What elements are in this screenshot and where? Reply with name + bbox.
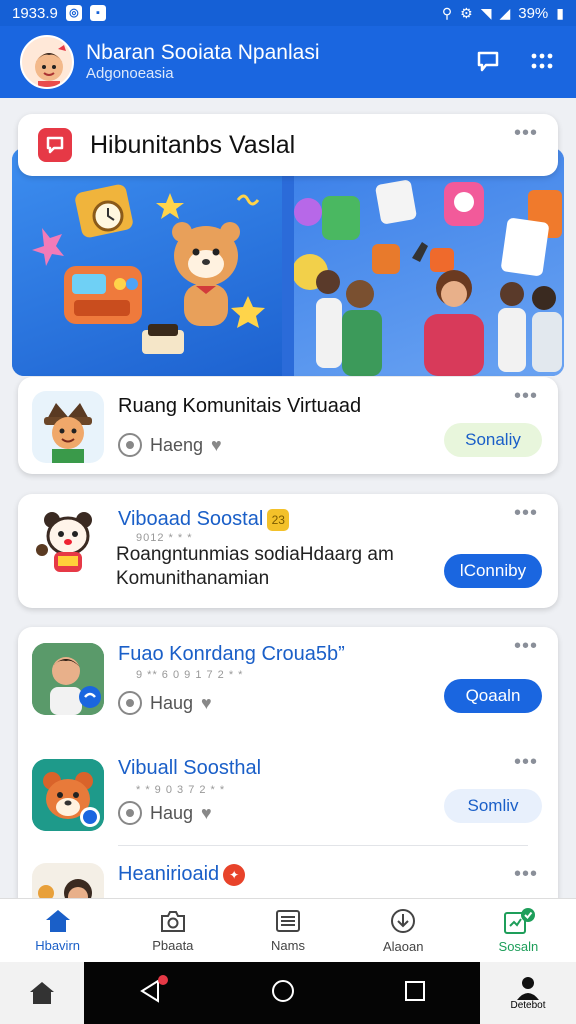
- home-icon: [45, 910, 70, 932]
- app-action-button-3[interactable]: Qoaaln: [444, 679, 542, 713]
- app-icon-4: [32, 759, 104, 831]
- banner-illustration: [12, 148, 282, 376]
- flame-badge-icon: ✦: [223, 863, 246, 886]
- app-meta-text-3: Haug: [150, 692, 194, 713]
- reaction-icon[interactable]: [118, 433, 142, 457]
- count-badge: 23: [267, 508, 290, 531]
- wifi-icon: ◥: [480, 4, 492, 21]
- app-name-text-5: Heanirioaid: [118, 863, 220, 885]
- nav-home-label: Hbavirn: [35, 938, 80, 953]
- app-meta-text-4: Haug: [150, 802, 194, 823]
- nav-social[interactable]: Sosaln: [461, 899, 576, 962]
- app-rating-3: 9 ** 6 0 9 1 7 2 * *: [136, 669, 244, 681]
- bottom-navigation: Hbavirn Pbaata Nams Alaoan Sosaln: [0, 898, 576, 962]
- nav-news-label: Nams: [271, 938, 305, 953]
- system-buttons: [84, 962, 480, 1024]
- app-name-3: Fuao Konrdang Croua5b”: [118, 643, 345, 665]
- banner-photo: [292, 148, 564, 376]
- app-icon-5: [32, 863, 104, 898]
- more-options-icon[interactable]: •••: [514, 752, 538, 772]
- home-circle-icon[interactable]: [269, 977, 297, 1010]
- app-notification-icon: ▪: [89, 5, 106, 21]
- profile-shortcut-label: Detebot: [510, 999, 546, 1011]
- nav-social-label: Sosaln: [498, 939, 539, 954]
- battery-icon: ▮: [556, 4, 564, 21]
- calendar-check-icon: [504, 908, 536, 934]
- camera-icon: [160, 911, 185, 932]
- more-options-icon[interactable]: •••: [514, 636, 538, 656]
- feature-header-card[interactable]: Hibunitanbs Vaslal •••: [18, 114, 558, 176]
- profile-shortcut[interactable]: Detebot: [480, 962, 576, 1024]
- status-time: 1933.9: [12, 4, 58, 22]
- app-card-2[interactable]: Viboaad Soostal 23 9012 * * * Roangntunmi…: [18, 494, 558, 608]
- signal-icon: ◢: [499, 4, 511, 21]
- news-icon: [276, 910, 300, 932]
- app-desc-line-2: Komunithanamian: [116, 568, 270, 589]
- nav-photos-label: Pbaata: [152, 938, 194, 953]
- back-icon[interactable]: [136, 974, 169, 1010]
- heart-icon[interactable]: ♥: [201, 803, 212, 824]
- reaction-icon[interactable]: [118, 801, 142, 825]
- app-action-button-2[interactable]: lConniby: [444, 554, 542, 588]
- download-icon: [391, 909, 416, 933]
- heart-icon[interactable]: ♥: [211, 435, 222, 456]
- launcher-home-icon[interactable]: [0, 962, 84, 1024]
- nav-news[interactable]: Nams: [230, 899, 345, 962]
- app-name-text-2: Viboaad Soostal: [118, 508, 264, 530]
- reaction-icon[interactable]: [118, 691, 142, 715]
- app-icon-3: [32, 643, 104, 715]
- app-subtitle: Adgonoeasia: [86, 65, 174, 82]
- recents-icon[interactable]: [402, 978, 428, 1009]
- status-bar: 1933.9 ◎ ▪ ⚲ ⚙ ◥ ◢ 39% ▮: [0, 0, 576, 26]
- nav-photos[interactable]: Pbaata: [115, 899, 230, 962]
- nav-home[interactable]: Hbavirn: [0, 899, 115, 962]
- app-name-4: Vibuall Soosthal: [118, 757, 262, 779]
- app-desc-line-1: Roangntunmias sodiaHdaarg am: [116, 544, 394, 565]
- app-bar: Nbaran Sooiata Npanlasi Adgonoeasia: [0, 26, 576, 98]
- app-rating-4: * * 9 0 3 7 2 * *: [136, 784, 226, 796]
- list-divider: [118, 845, 528, 846]
- more-options-icon[interactable]: •••: [514, 503, 538, 523]
- app-icon-1: [32, 391, 104, 463]
- more-grid-icon[interactable]: [524, 44, 560, 80]
- feed[interactable]: Hibunitanbs Vaslal ••• Ruang Komunitais …: [0, 98, 576, 898]
- app-card-1[interactable]: Ruang Komunitais Virtuaad Haeng ♥ Sonali…: [18, 377, 558, 474]
- vibrate-icon: ⚲: [441, 4, 453, 21]
- avatar[interactable]: [20, 35, 74, 89]
- app-list-card[interactable]: Fuao Konrdang Croua5b” 9 ** 6 0 9 1 7 2 …: [18, 627, 558, 898]
- nav-downloads-label: Alaoan: [382, 939, 424, 954]
- app-meta-1: Haeng ♥: [118, 433, 222, 457]
- more-options-icon[interactable]: •••: [514, 386, 538, 406]
- more-options-icon[interactable]: •••: [514, 123, 538, 143]
- app-action-button-1[interactable]: Sonaliy: [444, 423, 542, 457]
- app-meta-3: Haug ♥: [118, 691, 212, 715]
- feature-banner[interactable]: [12, 148, 564, 376]
- app-logo-icon: [38, 128, 72, 162]
- alarm-icon: ⚙: [460, 4, 473, 21]
- app-name-5: Heanirioaid ✦: [118, 863, 246, 886]
- heart-icon[interactable]: ♥: [201, 693, 212, 714]
- system-navigation: Detebot: [0, 962, 576, 1024]
- feature-title: Hibunitanbs Vaslal: [90, 130, 296, 159]
- app-name-2: Viboaad Soostal 23: [118, 508, 290, 531]
- user-icon: [517, 976, 539, 1000]
- back-badge-icon: [158, 974, 169, 985]
- app-name-1: Ruang Komunitais Virtuaad: [118, 395, 362, 417]
- battery-level: 39%: [518, 4, 549, 22]
- app-meta-text-1: Haeng: [150, 434, 204, 455]
- nav-downloads[interactable]: Alaoan: [346, 899, 461, 962]
- app-desc-2: Roangntunmias sodiaHdaarg am Komunithana…: [116, 543, 394, 591]
- app-title: Nbaran Sooiata Npanlasi: [86, 41, 320, 64]
- app-icon-2: [32, 506, 104, 578]
- app-meta-4: Haug ♥: [118, 801, 212, 825]
- notification-icon: ◎: [65, 5, 82, 21]
- chat-icon[interactable]: [470, 44, 506, 80]
- app-action-button-4[interactable]: Somliv: [444, 789, 542, 823]
- more-options-icon[interactable]: •••: [514, 864, 538, 884]
